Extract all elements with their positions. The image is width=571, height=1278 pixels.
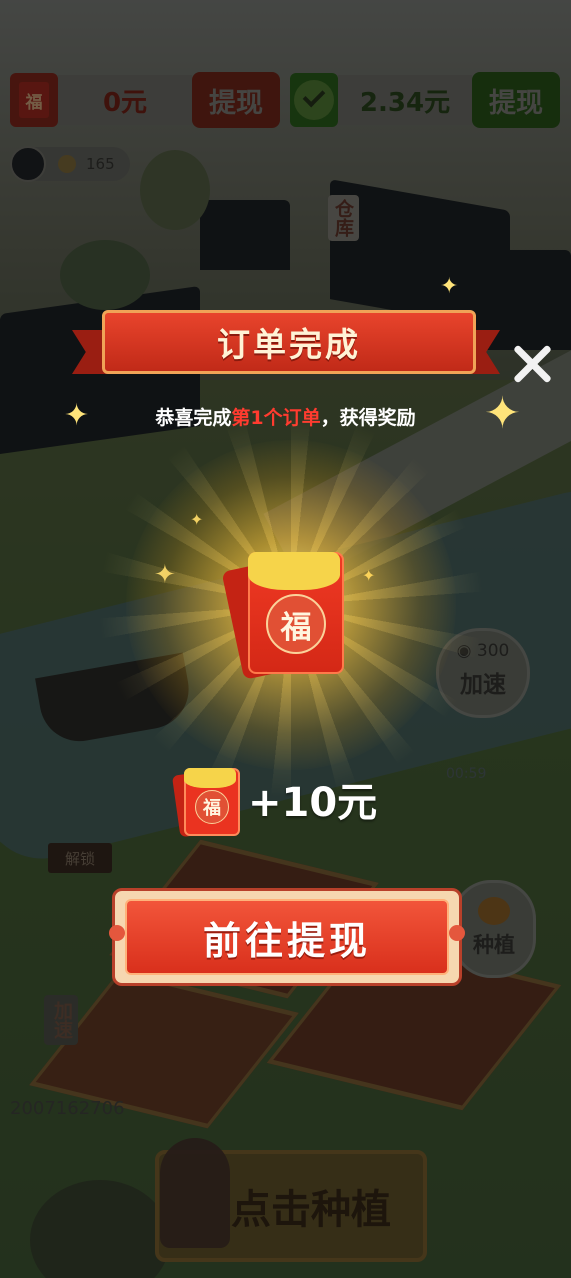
- envelope-flap: [248, 552, 340, 590]
- envelope-flap: [184, 768, 236, 788]
- ornament-icon: [449, 925, 465, 941]
- go-withdraw-label: 前往提现: [202, 918, 371, 963]
- reward-row: 福 +10元: [171, 762, 378, 838]
- sparkle-icon: ✦: [484, 388, 521, 439]
- go-withdraw-inner[interactable]: 前往提现: [125, 899, 449, 975]
- ornament-icon: [109, 925, 125, 941]
- envelope-front: 福: [184, 768, 240, 836]
- sparkle-icon: ✦: [64, 398, 90, 433]
- small-red-envelope-icon: 福: [171, 764, 240, 838]
- red-envelope-icon: 福: [248, 552, 344, 674]
- reward-amount: +10元: [248, 780, 378, 826]
- close-icon[interactable]: [510, 342, 554, 386]
- title-ribbon: 订单完成: [72, 306, 500, 380]
- ribbon-band: 订单完成: [102, 310, 476, 374]
- go-withdraw-button[interactable]: 前往提现: [109, 888, 465, 986]
- sparkle-icon: ✦: [440, 274, 459, 299]
- modal-title: 订单完成: [217, 325, 361, 364]
- fu-seal: 福: [266, 594, 326, 654]
- fu-seal: 福: [195, 790, 229, 824]
